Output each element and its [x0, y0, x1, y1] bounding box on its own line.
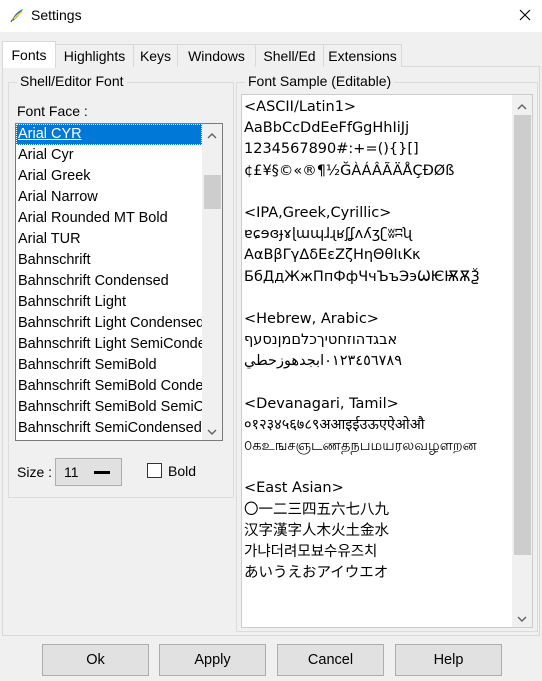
sample-line	[244, 457, 512, 478]
list-item[interactable]: Bahnschrift Light	[16, 292, 202, 313]
bold-checkbox[interactable]	[147, 463, 162, 478]
list-item[interactable]: Bahnschrift SemiCondensed	[16, 418, 202, 439]
list-item[interactable]: Bahnschrift Condensed	[16, 271, 202, 292]
font-face-label: Font Face :	[17, 103, 88, 119]
sample-line: אבגדהוזחטיךכלםמןנסעף	[244, 332, 398, 349]
list-item[interactable]: Bahnschrift SemiBold	[16, 355, 202, 376]
dropdown-indicator-icon	[94, 471, 110, 474]
chevron-up-icon	[517, 97, 527, 113]
sample-line: 〇一二三四五六七八九	[244, 501, 389, 518]
font-list-scrollbar[interactable]	[202, 124, 222, 440]
list-item[interactable]: Bahnschrift SemiBold Condensed	[16, 376, 202, 397]
list-item-label: Arial CYR	[18, 126, 82, 142]
tab-keys[interactable]: Keys	[133, 44, 178, 67]
list-item[interactable]: Arial Greek	[16, 166, 202, 187]
button-label: Help	[433, 652, 464, 668]
tab-windows[interactable]: Windows	[177, 44, 256, 67]
sample-line: 가냐더려모뵤수유즈치	[244, 543, 378, 560]
scroll-thumb[interactable]	[514, 115, 531, 555]
scroll-down-button[interactable]	[202, 420, 222, 440]
scroll-up-button[interactable]	[202, 124, 222, 144]
sample-line	[244, 288, 512, 309]
sample-line: ΑαΒβΓγΔδΕεΖζΗηΘθΙιΚκ	[244, 247, 421, 264]
sample-line	[244, 182, 512, 203]
tab-label: Windows	[188, 48, 245, 64]
list-item[interactable]: Bahnschrift	[16, 250, 202, 271]
sample-line: <IPA,Greek,Cyrillic>	[244, 204, 392, 221]
python-feather-icon	[9, 7, 25, 23]
sample-line: あいうえおアイウエオ	[244, 565, 389, 582]
tab-label: Extensions	[328, 48, 397, 64]
tab-label: Shell/Ed	[263, 48, 316, 64]
list-item[interactable]: Arial Narrow	[16, 187, 202, 208]
close-icon	[519, 8, 531, 24]
cancel-button[interactable]: Cancel	[277, 644, 384, 676]
tab-label: Highlights	[63, 48, 126, 64]
sample-line: <Hebrew, Arabic>	[244, 310, 379, 327]
font-size-value: 11	[64, 464, 79, 480]
chevron-down-icon	[517, 609, 527, 625]
tab-shell-ed[interactable]: Shell/Ed	[255, 44, 324, 67]
list-item[interactable]: Arial Cyr	[16, 145, 202, 166]
scroll-up-button[interactable]	[512, 95, 532, 115]
list-item[interactable]: Bahnschrift SemiBold SemiCondensed	[16, 397, 202, 418]
button-label: Ok	[86, 652, 105, 668]
tab-label: Keys	[139, 48, 172, 64]
tab-fonts[interactable]: Fonts	[2, 41, 56, 68]
font-sample-textarea[interactable]: <ASCII/Latin1> AaBbCcDdEeFfGgHhIiJj 1234…	[241, 94, 533, 628]
list-item[interactable]: Bahnschrift Light Condensed	[16, 313, 202, 334]
window-title: Settings	[31, 7, 82, 23]
button-label: Cancel	[307, 652, 354, 668]
sample-line: 汉字漢字人木火土金水	[244, 522, 389, 539]
scroll-down-button[interactable]	[512, 607, 532, 627]
sample-line: ɐɕɘɞɟɤɭɯɰɺɻʁʃʆʌʎʒʗʬʭʯ	[244, 226, 413, 243]
help-button[interactable]: Help	[395, 644, 502, 676]
list-item[interactable]: Arial Rounded MT Bold	[16, 208, 202, 229]
sample-line	[244, 372, 512, 393]
apply-button[interactable]: Apply	[159, 644, 266, 676]
sample-line: 1234567890#:+=(){}[]	[244, 141, 419, 158]
tab-label: Fonts	[11, 47, 47, 63]
scroll-thumb[interactable]	[204, 175, 221, 209]
sample-line: <Devanagari, Tamil>	[244, 395, 399, 412]
font-size-select[interactable]: 11	[55, 458, 122, 486]
font-face-list[interactable]: Arial CYR Arial Cyr Arial Greek Arial Na…	[15, 123, 223, 441]
chevron-down-icon	[207, 422, 217, 438]
group-title: Font Sample (Editable)	[245, 73, 395, 89]
chevron-up-icon	[207, 126, 217, 142]
group-title: Shell/Editor Font	[17, 73, 127, 89]
bold-label: Bold	[168, 463, 197, 479]
sample-line: <East Asian>	[244, 480, 344, 497]
button-label: Apply	[194, 652, 231, 668]
tab-highlights[interactable]: Highlights	[55, 44, 134, 67]
list-item[interactable]: Arial CYR	[16, 124, 202, 145]
title-bar: Settings	[0, 0, 542, 32]
sample-line: ०१२३४५६७८९अआइईउऊएऐओऔ	[244, 416, 425, 433]
sample-line: ٠١٢٣٤٥٦٧٨٩ابجدهوزحطي	[244, 353, 403, 370]
sample-line: AaBbCcDdEeFfGgHhIiJj	[244, 120, 410, 137]
sample-line: ௦கஉஙசஞடணதநபமயரலவழளறன	[244, 438, 477, 454]
sample-line: <ASCII/Latin1>	[244, 99, 357, 115]
list-item[interactable]: Bahnschrift Light SemiCondensed	[16, 334, 202, 355]
sample-line: ¢£¥§©«®¶½ĞÀÁÂÃÄÅÇÐØß	[244, 162, 455, 179]
sample-scrollbar[interactable]	[512, 95, 532, 627]
size-label: Size :	[17, 464, 53, 480]
sample-line: БбДдЖжПпФфЧчЪъЭэѠѤѬѪѮ	[244, 268, 480, 285]
tab-extensions[interactable]: Extensions	[323, 44, 402, 67]
close-button[interactable]	[512, 4, 538, 28]
ok-button[interactable]: Ok	[42, 644, 149, 676]
font-sample-text: <ASCII/Latin1> AaBbCcDdEeFfGgHhIiJj 1234…	[244, 97, 512, 627]
font-list-items: Arial CYR Arial Cyr Arial Greek Arial Na…	[16, 124, 202, 440]
list-item[interactable]: Arial TUR	[16, 229, 202, 250]
